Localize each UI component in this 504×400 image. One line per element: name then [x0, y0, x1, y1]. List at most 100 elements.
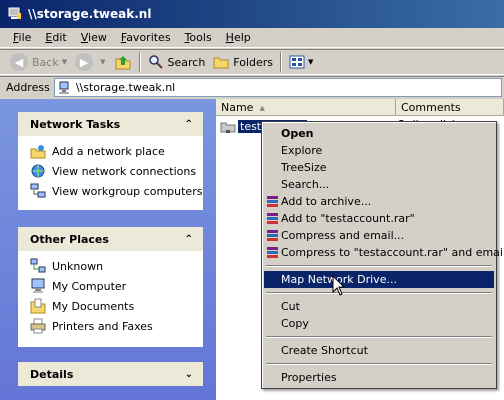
folder-icon [213, 57, 229, 69]
view-workgroup-computers-link[interactable]: View workgroup computers [30, 181, 203, 201]
menu-item-copy[interactable]: Copy [264, 315, 494, 332]
network-folder-icon [8, 7, 21, 19]
back-arrow-icon: ◀ [10, 53, 28, 71]
view-network-connections-link[interactable]: View network connections [30, 161, 203, 181]
search-label: Search [167, 55, 206, 69]
menu-item-treesize[interactable]: TreeSize [264, 159, 494, 176]
views-button[interactable]: ▼ [285, 51, 317, 73]
menu-separator [266, 363, 492, 365]
network-folder-icon [58, 81, 69, 94]
menu-item-map-network-drive[interactable]: Map Network Drive... [264, 271, 494, 288]
up-folder-button[interactable] [110, 51, 136, 73]
add-network-place-link[interactable]: Add a network place [30, 141, 203, 161]
up-folder-icon [115, 56, 130, 70]
my-computer-label: My Computer [52, 279, 127, 293]
network-tasks-header[interactable]: Network Tasks ⌃ [18, 112, 203, 136]
chevron-down-icon: ▼ [61, 58, 68, 66]
details-header[interactable]: Details ⌄ [18, 362, 203, 386]
search-button[interactable]: Search [144, 51, 210, 73]
views-icon [289, 55, 305, 69]
view-network-connections-label: View network connections [52, 164, 197, 178]
workgroup-computers-icon [30, 183, 46, 198]
my-documents-link[interactable]: My Documents [30, 296, 203, 316]
printers-and-faxes-label: Printers and Faxes [52, 319, 153, 333]
collapse-icon[interactable]: ⌃ [185, 119, 193, 130]
menu-item-compress-and-email[interactable]: Compress and email... [264, 227, 494, 244]
address-label: Address [6, 81, 50, 94]
forward-arrow-icon: ▶ [75, 53, 94, 71]
other-places-title: Other Places [30, 232, 109, 246]
comments-column-label: Comments [401, 101, 461, 114]
context-menu: Open Explore TreeSize Search... Add to a… [261, 121, 504, 389]
winrar-icon [267, 213, 278, 224]
address-input[interactable]: \\storage.tweak.nl [53, 78, 502, 97]
menu-item-label: Compress to "testaccount.rar" and email [281, 246, 504, 259]
folders-button[interactable]: Folders [209, 51, 277, 73]
task-pane: Network Tasks ⌃ Add a network place View… [0, 99, 216, 400]
network-share-icon [220, 122, 236, 133]
menu-edit[interactable]: Edit [38, 31, 73, 44]
unknown-link[interactable]: Unknown [30, 256, 203, 276]
chevron-down-icon: ▼ [308, 58, 314, 66]
other-places-panel: Other Places ⌃ Unknown My Computer My Do… [18, 227, 203, 347]
menu-item-add-to-rar[interactable]: Add to "testaccount.rar" [264, 210, 494, 227]
menu-item-add-to-archive[interactable]: Add to archive... [264, 193, 494, 210]
title-bar[interactable]: \\storage.tweak.nl [0, 0, 504, 28]
toolbar: ◀ Back ▼ ▶ ▼ Search Folders ▼ [0, 49, 504, 75]
collapse-icon[interactable]: ⌃ [185, 234, 193, 245]
other-places-header[interactable]: Other Places ⌃ [18, 227, 203, 251]
name-column-header[interactable]: Name ▲ [216, 99, 396, 116]
menu-separator [266, 265, 492, 267]
menu-item-compress-rar-and-email[interactable]: Compress to "testaccount.rar" and email [264, 244, 504, 261]
column-headers: Name ▲ Comments [216, 99, 504, 116]
printer-icon [30, 318, 46, 334]
winrar-icon [267, 196, 278, 207]
back-label: Back [32, 55, 59, 69]
menu-item-cut[interactable]: Cut [264, 298, 494, 315]
my-documents-icon [30, 298, 46, 314]
winrar-icon [267, 230, 278, 241]
network-icon [30, 258, 46, 273]
my-computer-icon [31, 278, 45, 293]
network-connections-icon [31, 164, 45, 178]
view-workgroup-computers-label: View workgroup computers [52, 184, 203, 198]
toolbar-separator [138, 52, 141, 72]
menu-tools[interactable]: Tools [178, 31, 219, 44]
menu-item-search[interactable]: Search... [264, 176, 494, 193]
menu-help[interactable]: Help [219, 31, 258, 44]
unknown-label: Unknown [52, 259, 104, 273]
menu-file[interactable]: File [6, 31, 38, 44]
printers-and-faxes-link[interactable]: Printers and Faxes [30, 316, 203, 336]
back-button[interactable]: ◀ Back ▼ [6, 51, 71, 73]
toolbar-separator [280, 52, 283, 72]
add-network-place-label: Add a network place [52, 144, 165, 158]
folders-label: Folders [233, 55, 274, 69]
details-panel: Details ⌄ [18, 362, 203, 386]
menu-item-create-shortcut[interactable]: Create Shortcut [264, 342, 494, 359]
menu-item-open[interactable]: Open [264, 125, 494, 142]
name-column-label: Name [221, 101, 254, 114]
window-title: \\storage.tweak.nl [28, 7, 152, 21]
chevron-down-icon: ▼ [100, 58, 106, 66]
menu-bar: File Edit View Favorites Tools Help [0, 28, 504, 48]
comments-column-header[interactable]: Comments [396, 99, 504, 116]
network-tasks-panel: Network Tasks ⌃ Add a network place View… [18, 112, 203, 210]
winrar-icon [267, 247, 278, 258]
expand-icon[interactable]: ⌄ [185, 369, 193, 380]
menu-item-explore[interactable]: Explore [264, 142, 494, 159]
menu-view[interactable]: View [74, 31, 114, 44]
address-bar: Address \\storage.tweak.nl [0, 76, 504, 98]
address-value: \\storage.tweak.nl [75, 81, 176, 94]
menu-item-label: Add to archive... [281, 195, 372, 208]
my-computer-link[interactable]: My Computer [30, 276, 203, 296]
add-network-place-icon [30, 145, 46, 159]
menu-favorites[interactable]: Favorites [114, 31, 178, 44]
menu-item-label: Add to "testaccount.rar" [281, 212, 415, 225]
menu-separator [266, 336, 492, 338]
search-icon [148, 55, 163, 69]
menu-separator [266, 292, 492, 294]
menu-item-properties[interactable]: Properties [264, 369, 494, 386]
mouse-cursor-icon [332, 275, 346, 296]
menu-item-label: Compress and email... [281, 229, 405, 242]
forward-button[interactable]: ▶ ▼ [71, 51, 109, 73]
